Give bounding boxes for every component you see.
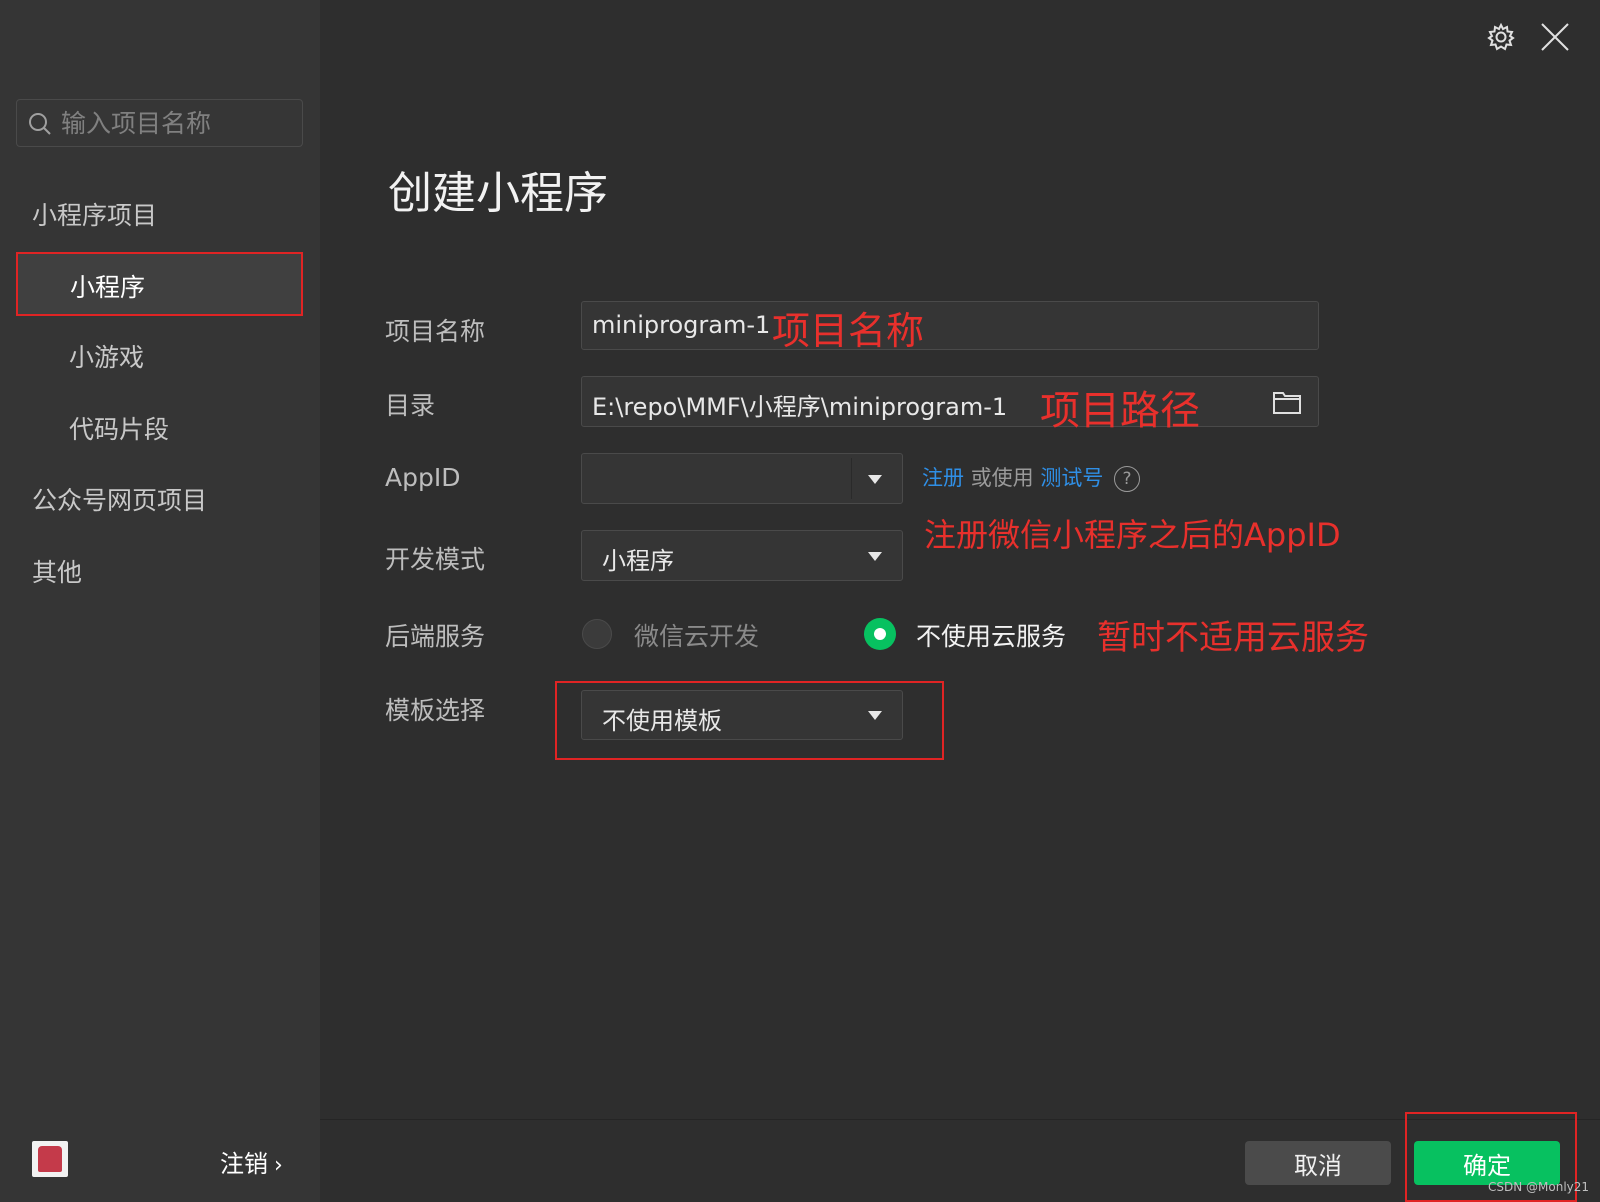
annotation-project-name: 项目名称 bbox=[772, 309, 925, 353]
radio-dot bbox=[874, 628, 886, 640]
sidebar-item-miniprogram[interactable]: 小程序 bbox=[16, 252, 303, 316]
search-icon bbox=[29, 113, 51, 135]
logout-label: 注销 bbox=[220, 1150, 268, 1178]
project-name-value: miniprogram-1 bbox=[592, 311, 771, 339]
confirm-button[interactable]: 确定 bbox=[1414, 1141, 1560, 1185]
register-link[interactable]: 注册 bbox=[922, 466, 964, 490]
dev-mode-select[interactable]: 小程序 bbox=[581, 530, 903, 581]
project-name-label: 项目名称 bbox=[385, 317, 486, 346]
sidebar: 小程序项目 小程序 小游戏 代码片段 公众号网页项目 其他 注销› bbox=[0, 0, 320, 1202]
search-input[interactable] bbox=[61, 108, 291, 138]
directory-field[interactable]: E:\repo\MMF\小程序\miniprogram-1 bbox=[581, 376, 1319, 427]
appid-divider bbox=[851, 458, 852, 499]
confirm-label: 确定 bbox=[1463, 1151, 1511, 1180]
appid-hint: 注册 或使用 测试号 ? bbox=[922, 462, 1141, 492]
folder-icon[interactable] bbox=[1272, 389, 1302, 415]
backend-label: 后端服务 bbox=[385, 622, 486, 651]
help-icon[interactable]: ? bbox=[1114, 466, 1141, 492]
chevron-down-icon bbox=[868, 551, 882, 561]
search-box[interactable] bbox=[16, 99, 303, 147]
template-label: 模板选择 bbox=[385, 696, 486, 725]
dev-mode-label: 开发模式 bbox=[385, 545, 486, 574]
project-name-field[interactable]: miniprogram-1 bbox=[581, 301, 1319, 350]
logout-button[interactable]: 注销 › bbox=[220, 1144, 283, 1179]
chevron-down-icon bbox=[868, 711, 882, 720]
annotation-project-path: 项目路径 bbox=[1040, 388, 1200, 434]
directory-label: 目录 bbox=[385, 391, 436, 420]
avatar[interactable] bbox=[32, 1141, 68, 1177]
sidebar-item-code-snippet[interactable]: 代码片段 bbox=[69, 410, 169, 446]
section-web-projects[interactable]: 公众号网页项目 bbox=[32, 481, 207, 517]
avatar-image bbox=[38, 1146, 62, 1172]
cancel-button[interactable]: 取消 bbox=[1245, 1141, 1391, 1185]
annotation-appid: 注册微信小程序之后的AppID bbox=[924, 516, 1341, 554]
close-icon[interactable] bbox=[1540, 22, 1570, 52]
dev-mode-value: 小程序 bbox=[602, 547, 674, 575]
watermark: CSDN @Monly21 bbox=[1488, 1180, 1590, 1194]
radio-cloud-dev-label[interactable]: 微信云开发 bbox=[634, 617, 759, 653]
appid-label: AppID bbox=[385, 463, 461, 492]
section-miniprogram-projects[interactable]: 小程序项目 bbox=[32, 196, 157, 232]
radio-no-cloud-label[interactable]: 不使用云服务 bbox=[916, 617, 1066, 653]
chevron-right-icon: › bbox=[274, 1153, 283, 1178]
or-use-text: 或使用 bbox=[970, 466, 1034, 490]
appid-select[interactable] bbox=[581, 453, 903, 504]
template-value: 不使用模板 bbox=[602, 707, 722, 735]
gear-icon[interactable] bbox=[1486, 22, 1516, 52]
test-account-link[interactable]: 测试号 bbox=[1040, 466, 1103, 490]
sidebar-item-minigame[interactable]: 小游戏 bbox=[69, 338, 144, 374]
annotation-cloud: 暂时不适用云服务 bbox=[1097, 618, 1369, 658]
page-title: 创建小程序 bbox=[388, 168, 608, 219]
cancel-label: 取消 bbox=[1294, 1151, 1342, 1180]
radio-no-cloud[interactable] bbox=[864, 618, 896, 650]
sidebar-item-label: 小程序 bbox=[70, 273, 146, 302]
section-other[interactable]: 其他 bbox=[32, 553, 82, 589]
template-select[interactable]: 不使用模板 bbox=[581, 690, 903, 740]
radio-cloud-dev[interactable] bbox=[582, 619, 612, 649]
chevron-down-icon bbox=[868, 474, 882, 484]
directory-value: E:\repo\MMF\小程序\miniprogram-1 bbox=[592, 393, 1008, 421]
